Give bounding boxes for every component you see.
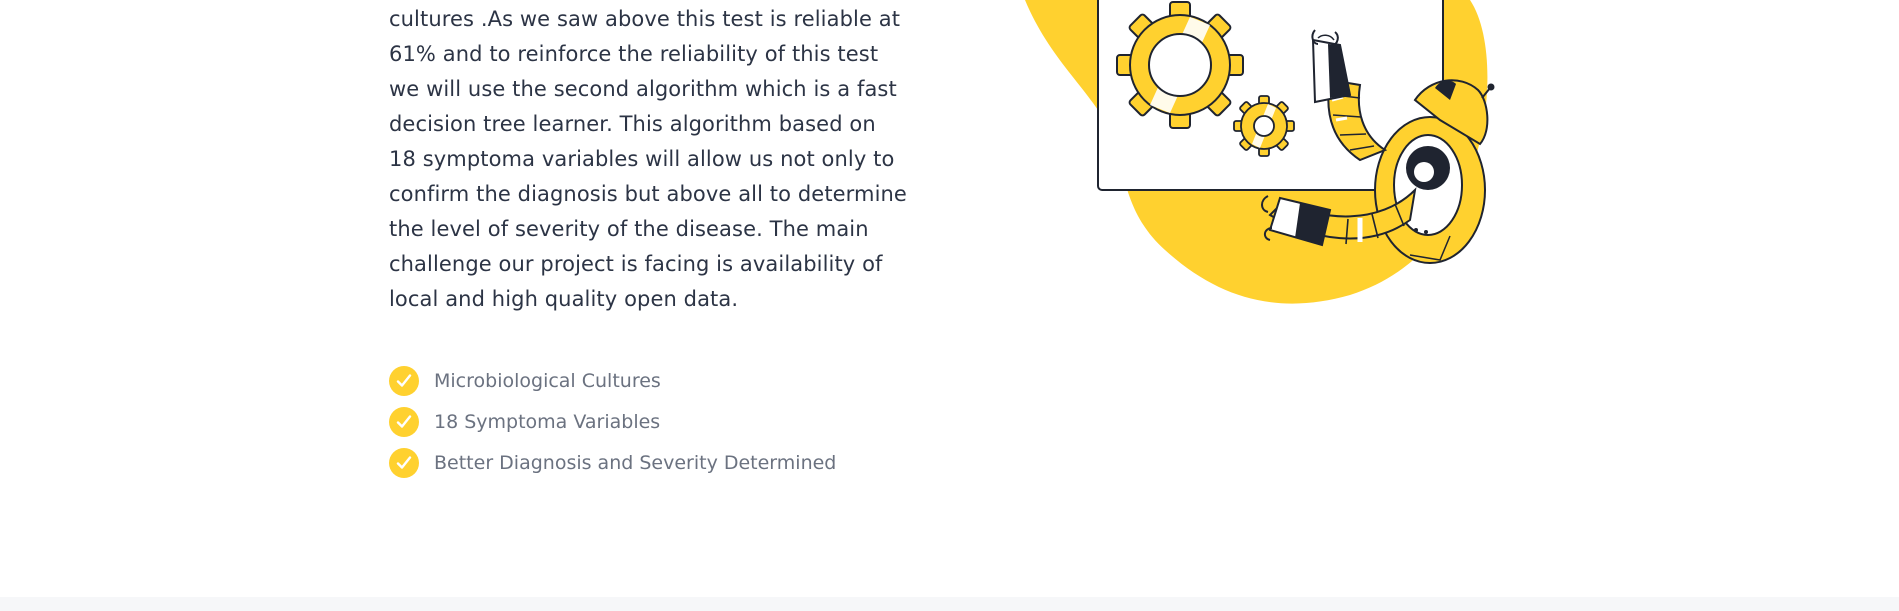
large-gear-icon (1116, 1, 1244, 129)
project-description: cultures .As we saw above this test is r… (389, 7, 907, 311)
feature-item: Better Diagnosis and Severity Determined (389, 442, 836, 483)
check-circle-icon (389, 406, 419, 437)
footer-band (0, 597, 1899, 611)
check-circle-icon (389, 365, 419, 396)
check-circle-icon (389, 447, 419, 478)
about-section: cultures .As we saw above this test is r… (0, 0, 1899, 611)
feature-item: Microbiological Cultures (389, 360, 836, 401)
feature-item: 18 Symptoma Variables (389, 401, 836, 442)
small-gear-icon (1233, 95, 1295, 157)
feature-list: Microbiological Cultures 18 Symptoma Var… (389, 360, 836, 483)
robot-arms-gears-illustration (1025, 0, 1495, 304)
feature-label: Microbiological Cultures (434, 369, 661, 392)
feature-label: 18 Symptoma Variables (434, 410, 661, 433)
feature-label: Better Diagnosis and Severity Determined (434, 451, 837, 474)
